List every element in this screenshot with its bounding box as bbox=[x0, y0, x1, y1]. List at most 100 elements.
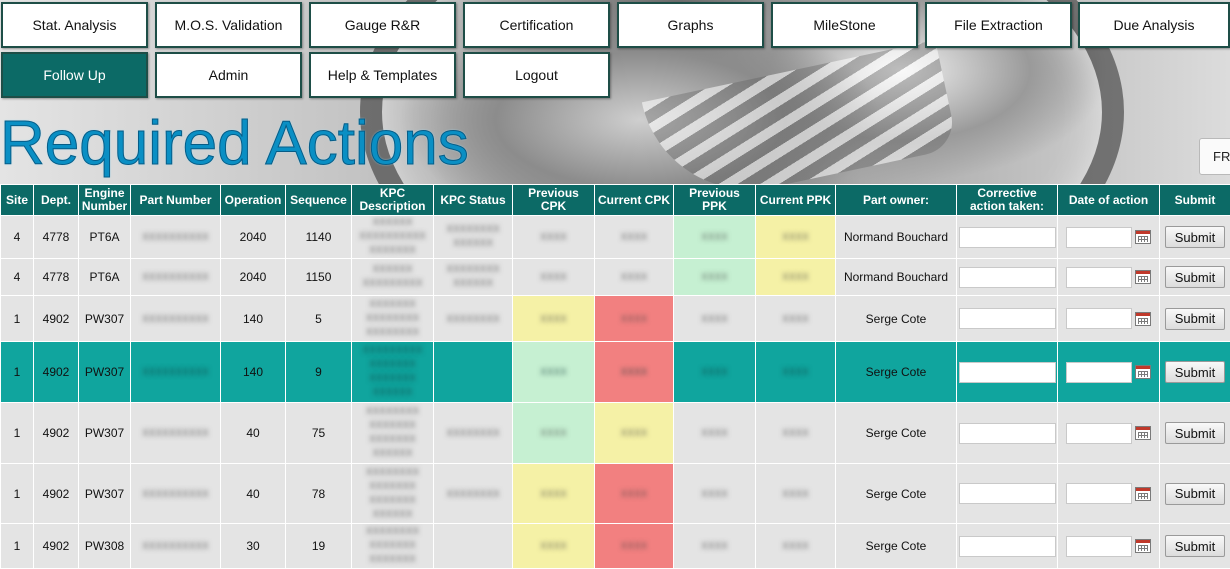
cell-kpc-description: XXXXXXXX XXXXXXX XXXXXXX bbox=[352, 524, 434, 569]
table-row[interactable]: 14902PW307XXXXXXXXXX1405XXXXXXX XXXXXXXX… bbox=[1, 296, 1230, 342]
nav-help-templates[interactable]: Help & Templates bbox=[309, 52, 456, 98]
corrective-action-input[interactable] bbox=[959, 267, 1056, 288]
nav-follow-up[interactable]: Follow Up bbox=[1, 52, 148, 98]
cell-corrective-action bbox=[957, 524, 1058, 569]
col-header-current-cpk[interactable]: Current CPK bbox=[595, 185, 674, 216]
col-header-sequence[interactable]: Sequence bbox=[286, 185, 352, 216]
table-row[interactable]: 14902PW307XXXXXXXXXX4078XXXXXXXX XXXXXXX… bbox=[1, 464, 1230, 524]
calendar-icon[interactable] bbox=[1135, 426, 1151, 440]
submit-button[interactable]: Submit bbox=[1165, 422, 1225, 444]
col-header-current-ppk[interactable]: Current PPK bbox=[756, 185, 836, 216]
redacted-current-cpk: XXXX bbox=[621, 488, 648, 502]
redacted-kpc-description: XXXXXXXXX XXXXXXX XXXXXXX XXXXXX bbox=[362, 344, 422, 400]
date-of-action-input[interactable] bbox=[1066, 423, 1132, 444]
nav-gauge-rr[interactable]: Gauge R&R bbox=[309, 2, 456, 48]
table-row[interactable]: 44778PT6AXXXXXXXXXX20401140XXXXXX XXXXXX… bbox=[1, 216, 1230, 259]
nav-logout[interactable]: Logout bbox=[463, 52, 610, 98]
col-header-previous-ppk[interactable]: Previous PPK bbox=[674, 185, 756, 216]
date-of-action-input[interactable] bbox=[1066, 227, 1132, 248]
cell-current-cpk: XXXX bbox=[595, 524, 674, 569]
corrective-action-input[interactable] bbox=[959, 423, 1056, 444]
nav-admin[interactable]: Admin bbox=[155, 52, 302, 98]
submit-button[interactable]: Submit bbox=[1165, 361, 1225, 383]
table-row[interactable]: 14902PW308XXXXXXXXXX3019XXXXXXXX XXXXXXX… bbox=[1, 524, 1230, 569]
cell-current-cpk: XXXX bbox=[595, 403, 674, 464]
date-picker bbox=[1060, 308, 1157, 329]
cell-previous-ppk: XXXX bbox=[674, 216, 756, 259]
cell-date-of-action bbox=[1058, 216, 1160, 259]
cell-site: 1 bbox=[1, 403, 34, 464]
cell-engine-number: PW307 bbox=[79, 403, 131, 464]
calendar-icon[interactable] bbox=[1135, 312, 1151, 326]
col-header-date-of-action[interactable]: Date of action bbox=[1058, 185, 1160, 216]
redacted-kpc-status: XXXXXXXX XXXXXX bbox=[446, 223, 499, 251]
corrective-action-input[interactable] bbox=[959, 308, 1056, 329]
redacted-previous-cpk: XXXX bbox=[540, 488, 567, 502]
calendar-icon[interactable] bbox=[1135, 365, 1151, 379]
col-header-dept[interactable]: Dept. bbox=[34, 185, 79, 216]
col-header-engine-number[interactable]: Engine Number bbox=[79, 185, 131, 216]
table-row[interactable]: 14902PW307XXXXXXXXXX4075XXXXXXXX XXXXXXX… bbox=[1, 403, 1230, 464]
cell-current-ppk: XXXX bbox=[756, 464, 836, 524]
corrective-action-input[interactable] bbox=[959, 483, 1056, 504]
nav-certification[interactable]: Certification bbox=[463, 2, 610, 48]
date-of-action-input[interactable] bbox=[1066, 267, 1132, 288]
col-header-kpc-status[interactable]: KPC Status bbox=[434, 185, 513, 216]
date-of-action-input[interactable] bbox=[1066, 362, 1132, 383]
nav-due-analysis[interactable]: Due Analysis bbox=[1078, 2, 1230, 48]
cell-submit: Submit bbox=[1160, 464, 1230, 524]
nav-file-extraction[interactable]: File Extraction bbox=[925, 2, 1072, 48]
cell-site: 4 bbox=[1, 216, 34, 259]
language-toggle-button[interactable]: FR bbox=[1199, 138, 1230, 175]
nav-mos-validation[interactable]: M.O.S. Validation bbox=[155, 2, 302, 48]
cell-current-cpk: XXXX bbox=[595, 296, 674, 342]
corrective-action-input[interactable] bbox=[959, 362, 1056, 383]
col-header-corrective-action[interactable]: Corrective action taken: bbox=[957, 185, 1058, 216]
submit-button[interactable]: Submit bbox=[1165, 266, 1225, 288]
table-row[interactable]: 44778PT6AXXXXXXXXXX20401150XXXXXX XXXXXX… bbox=[1, 259, 1230, 296]
cell-dept: 4778 bbox=[34, 216, 79, 259]
redacted-kpc-status: XXXXXXXX bbox=[446, 427, 499, 441]
cell-part-owner: Serge Cote bbox=[836, 296, 957, 342]
col-header-operation[interactable]: Operation bbox=[221, 185, 286, 216]
table-row[interactable]: 14902PW307XXXXXXXXXX1409XXXXXXXXX XXXXXX… bbox=[1, 342, 1230, 403]
nav-milestone[interactable]: MileStone bbox=[771, 2, 918, 48]
submit-button[interactable]: Submit bbox=[1165, 535, 1225, 557]
date-of-action-input[interactable] bbox=[1066, 308, 1132, 329]
cell-part-owner: Normand Bouchard bbox=[836, 216, 957, 259]
redacted-previous-ppk: XXXX bbox=[701, 231, 728, 245]
corrective-action-input[interactable] bbox=[959, 227, 1056, 248]
calendar-icon[interactable] bbox=[1135, 487, 1151, 501]
cell-corrective-action bbox=[957, 259, 1058, 296]
redacted-previous-ppk: XXXX bbox=[701, 313, 728, 327]
col-header-part-number[interactable]: Part Number bbox=[131, 185, 221, 216]
submit-button[interactable]: Submit bbox=[1165, 226, 1225, 248]
calendar-icon[interactable] bbox=[1135, 270, 1151, 284]
cell-part-number: XXXXXXXXXX bbox=[131, 216, 221, 259]
submit-button[interactable]: Submit bbox=[1165, 308, 1225, 330]
cell-submit: Submit bbox=[1160, 524, 1230, 569]
calendar-icon[interactable] bbox=[1135, 539, 1151, 553]
col-header-part-owner[interactable]: Part owner: bbox=[836, 185, 957, 216]
nav-graphs[interactable]: Graphs bbox=[617, 2, 764, 48]
col-header-previous-cpk[interactable]: Previous CPK bbox=[513, 185, 595, 216]
submit-button[interactable]: Submit bbox=[1165, 483, 1225, 505]
calendar-icon[interactable] bbox=[1135, 230, 1151, 244]
cell-kpc-status bbox=[434, 524, 513, 569]
cell-previous-ppk: XXXX bbox=[674, 296, 756, 342]
col-header-kpc-description[interactable]: KPC Description bbox=[352, 185, 434, 216]
col-header-site[interactable]: Site bbox=[1, 185, 34, 216]
date-of-action-input[interactable] bbox=[1066, 483, 1132, 504]
cell-dept: 4902 bbox=[34, 524, 79, 569]
redacted-part-number: XXXXXXXXXX bbox=[142, 366, 209, 380]
cell-corrective-action bbox=[957, 342, 1058, 403]
cell-kpc-description: XXXXXXXX XXXXXXX XXXXXXX XXXXXX bbox=[352, 403, 434, 464]
nav-stat-analysis[interactable]: Stat. Analysis bbox=[1, 2, 148, 48]
cell-part-number: XXXXXXXXXX bbox=[131, 464, 221, 524]
cell-site: 1 bbox=[1, 342, 34, 403]
cell-previous-cpk: XXXX bbox=[513, 524, 595, 569]
date-of-action-input[interactable] bbox=[1066, 536, 1132, 557]
redacted-kpc-status: XXXXXXXX bbox=[446, 313, 499, 327]
cell-site: 1 bbox=[1, 464, 34, 524]
corrective-action-input[interactable] bbox=[959, 536, 1056, 557]
